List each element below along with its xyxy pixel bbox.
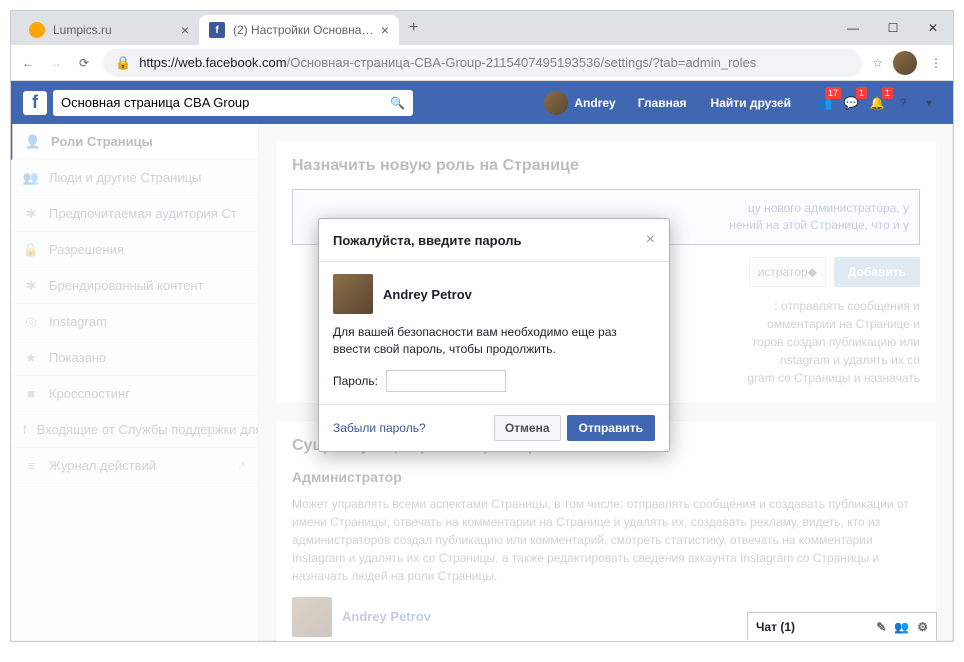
password-input[interactable] [386,370,506,392]
modal-footer: Забыли пароль? Отмена Отправить [319,404,669,451]
url-domain: https://web.facebook.com [139,55,286,70]
password-field-row: Пароль: [333,370,655,392]
browser-tab-lumpics[interactable]: Lumpics.ru × [19,15,199,45]
search-icon[interactable]: 🔍 [390,96,405,110]
fb-user-name: Andrey [574,96,615,110]
avatar [333,274,373,314]
browser-tab-facebook[interactable]: f (2) Настройки Основная страни × [199,15,399,45]
tab-bar: Lumpics.ru × f (2) Настройки Основная ст… [11,11,953,45]
password-label: Пароль: [333,374,378,388]
cancel-button[interactable]: Отмена [494,415,561,441]
modal-user: Andrey Petrov [333,274,655,314]
fb-nav: Andrey Главная Найти друзей 👥17 💬1 🔔1 ? … [536,91,941,115]
url-field[interactable]: 🔒 https://web.facebook.com/Основная-стра… [103,49,862,77]
window-close[interactable]: ✕ [913,11,953,45]
modal-body: Andrey Petrov Для вашей безопасности вам… [319,262,669,404]
chat-dock[interactable]: Чат (1) ✎ 👥 ⚙ [747,612,937,640]
nav-back-icon[interactable]: ← [19,54,37,72]
bookmark-star-icon[interactable]: ☆ [872,56,883,70]
modal-message: Для вашей безопасности вам необходимо ещ… [333,324,655,358]
favicon-fb: f [209,22,225,38]
fb-user-link[interactable]: Andrey [536,91,623,115]
modal-header: Пожалуйста, введите пароль × [319,219,669,262]
address-bar: ← → ⟳ 🔒 https://web.facebook.com/Основна… [11,45,953,81]
avatar [544,91,568,115]
password-modal: Пожалуйста, введите пароль × Andrey Petr… [318,218,670,452]
chat-label: Чат (1) [756,620,868,634]
dropdown-icon[interactable]: ▾ [917,91,941,115]
notifications-icon[interactable]: 🔔1 [865,91,889,115]
favicon-lumpics [29,22,45,38]
help-icon[interactable]: ? [891,91,915,115]
modal-user-name: Andrey Petrov [383,287,472,302]
tab-title: Lumpics.ru [53,23,175,37]
nav-reload-icon[interactable]: ⟳ [75,54,93,72]
fb-search-input[interactable] [61,95,390,110]
fb-nav-home[interactable]: Главная [628,96,697,110]
nav-forward-icon[interactable]: → [47,54,65,72]
window-minimize[interactable]: — [833,11,873,45]
tab-title: (2) Настройки Основная страни [233,23,375,37]
modal-title: Пожалуйста, введите пароль [333,233,521,248]
close-icon[interactable]: × [646,231,655,249]
fb-search[interactable]: 🔍 [53,90,413,116]
fb-header: f 🔍 Andrey Главная Найти друзей 👥17 💬1 🔔… [11,81,953,124]
fb-logo-icon[interactable]: f [23,91,47,115]
fb-nav-find-friends[interactable]: Найти друзей [701,96,801,110]
messages-icon[interactable]: 💬1 [839,91,863,115]
window-maximize[interactable]: ☐ [873,11,913,45]
forgot-password-link[interactable]: Забыли пароль? [333,421,426,435]
tab-close-icon[interactable]: × [381,22,389,38]
lock-icon: 🔒 [115,55,131,71]
compose-icon[interactable]: ✎ [876,620,886,634]
people-icon[interactable]: 👥 [894,620,909,634]
friends-icon[interactable]: 👥17 [813,91,837,115]
tab-close-icon[interactable]: × [181,22,189,38]
gear-icon[interactable]: ⚙ [917,620,928,634]
browser-profile-avatar[interactable] [893,51,917,75]
url-path: /Основная-страница-CBA-Group-21154074951… [287,55,757,70]
window-controls: — ☐ ✕ [833,11,953,45]
new-tab-button[interactable]: + [399,19,428,37]
submit-button[interactable]: Отправить [567,415,655,441]
browser-menu-icon[interactable]: ⋮ [927,54,945,72]
